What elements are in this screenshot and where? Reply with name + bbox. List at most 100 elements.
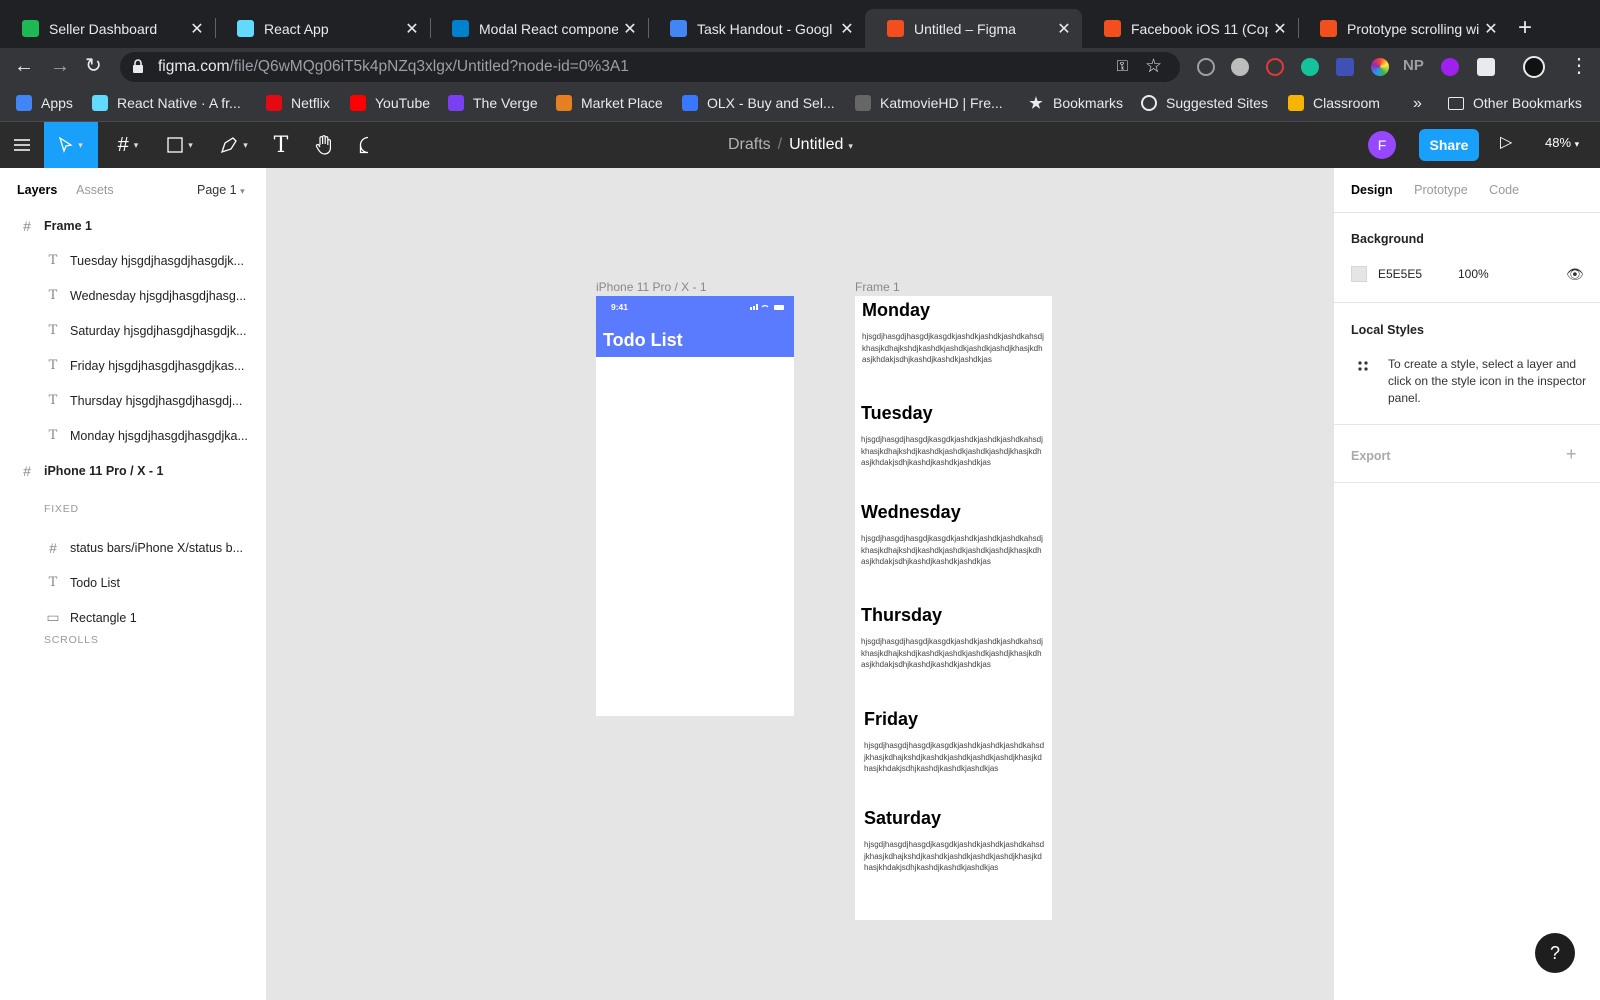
chevron-down-icon[interactable]: ▾ xyxy=(848,141,853,151)
help-button[interactable]: ? xyxy=(1535,933,1575,973)
tab-title: React App xyxy=(264,20,329,37)
text-tool[interactable]: T xyxy=(268,122,294,168)
day-block[interactable]: Tuesday hjsgdjhasgdjhasgdjkasgdkjashdkjas… xyxy=(861,403,1045,469)
tab-code[interactable]: Code xyxy=(1489,183,1519,197)
day-block[interactable]: Wednesday hjsgdjhasgdjhasgdjkasgdkjashdkj… xyxy=(861,502,1045,568)
menu-kebab-icon[interactable]: ⋮ xyxy=(1569,56,1589,76)
pen-tool[interactable]: ▾ xyxy=(214,122,254,168)
bookmark-item[interactable]: YouTube xyxy=(350,95,430,111)
close-tab-icon[interactable]: ✕ xyxy=(1268,19,1292,39)
day-block[interactable]: Saturday hjsgdjhasgdjhasgdjkasgdkjashdkja… xyxy=(864,808,1045,874)
eye-icon[interactable]: 👁 xyxy=(1566,266,1584,283)
share-button[interactable]: Share xyxy=(1419,129,1479,161)
extension-puzzle-icon[interactable] xyxy=(1336,58,1354,76)
layer-row[interactable]: T Wednesday hjsgdjhasgdjhasg... xyxy=(0,278,267,313)
grammarly-icon[interactable] xyxy=(1301,58,1319,76)
new-tab-icon[interactable]: + xyxy=(1518,14,1532,42)
bookmark-item[interactable]: React Native · A fr... xyxy=(92,95,241,111)
layer-row[interactable]: ▭ Rectangle 1 xyxy=(0,600,267,635)
canvas[interactable]: iPhone 11 Pro / X - 1 9:41 Todo List Fra… xyxy=(267,168,1333,1000)
extension-block-icon[interactable] xyxy=(1266,58,1284,76)
todo-list-title[interactable]: Todo List xyxy=(603,330,683,351)
close-tab-icon[interactable]: ✕ xyxy=(400,19,424,39)
bookmark-item[interactable]: Apps xyxy=(16,95,73,111)
tab-layers[interactable]: Layers xyxy=(17,183,57,197)
bookmark-item[interactable]: Suggested Sites xyxy=(1141,95,1268,111)
address-bar[interactable]: figma.com/file/Q6wMQg06iT5k4pNZq3xlgx/Un… xyxy=(120,52,1180,82)
layer-row[interactable]: T Todo List xyxy=(0,565,267,600)
forward-icon[interactable]: → xyxy=(50,56,70,76)
extension-reader-icon[interactable] xyxy=(1477,58,1495,76)
main-menu-icon[interactable] xyxy=(8,122,36,168)
layer-row[interactable]: T Thursday hjsgdjhasgdjhasgdj... xyxy=(0,383,267,418)
close-tab-icon[interactable]: ✕ xyxy=(835,19,859,39)
close-tab-icon[interactable]: ✕ xyxy=(1052,19,1076,39)
profile-avatar-icon[interactable] xyxy=(1523,56,1545,78)
phone-frame-label[interactable]: iPhone 11 Pro / X - 1 xyxy=(596,280,707,294)
np-extension-icon[interactable]: NP xyxy=(1403,57,1425,75)
background-swatch[interactable] xyxy=(1351,266,1367,282)
page-selector[interactable]: Page 1 ▾ xyxy=(197,183,245,197)
close-tab-icon[interactable]: ✕ xyxy=(618,19,642,39)
browser-tab[interactable]: React App ✕ xyxy=(215,9,430,48)
bookmark-item[interactable]: The Verge xyxy=(448,95,538,111)
background-opacity[interactable]: 100% xyxy=(1458,267,1489,281)
layer-row[interactable]: # Frame 1 xyxy=(0,208,267,243)
day-block[interactable]: Friday hjsgdjhasgdjhasgdjkasgdkjashdkjash… xyxy=(864,709,1045,775)
bookmark-item[interactable]: KatmovieHD | Fre... xyxy=(855,95,1003,111)
other-bookmarks[interactable]: Other Bookmarks xyxy=(1448,95,1582,111)
tab-design[interactable]: Design xyxy=(1351,183,1393,197)
shape-tool[interactable]: ▾ xyxy=(160,122,200,168)
frame-tool[interactable]: # ▾ xyxy=(108,122,148,168)
bookmark-star-icon[interactable]: ☆ xyxy=(1145,55,1162,78)
layer-row[interactable]: T Tuesday hjsgdjhasgdjhasgdjk... xyxy=(0,243,267,278)
bookmark-item[interactable]: Market Place xyxy=(556,95,663,111)
tab-prototype[interactable]: Prototype xyxy=(1414,183,1468,197)
browser-tab[interactable]: Facebook iOS 11 (Cop ✕ xyxy=(1082,9,1298,48)
layer-row[interactable]: T Monday hjsgdjhasgdjhasgdjka... xyxy=(0,418,267,453)
extension-globe-icon[interactable] xyxy=(1231,58,1249,76)
bookmark-item[interactable]: Classroom xyxy=(1288,95,1380,111)
bookmark-item[interactable]: Netflix xyxy=(266,95,330,111)
add-export-icon[interactable]: + xyxy=(1566,444,1577,465)
bookmark-item[interactable]: ★ Bookmarks xyxy=(1028,95,1123,112)
layer-row[interactable]: T Saturday hjsgdjhasgdjhasgdjk... xyxy=(0,313,267,348)
layer-row[interactable]: T Friday hjsgdjhasgdjhasgdjkas... xyxy=(0,348,267,383)
header-rectangle[interactable]: 9:41 Todo List xyxy=(596,296,794,357)
layer-name: Thursday hjsgdjhasgdjhasgdj... xyxy=(70,393,243,408)
day-text: hjsgdjhasgdjhasgdjkasgdkjashdkjashdkjash… xyxy=(862,332,1044,364)
layer-row[interactable]: # iPhone 11 Pro / X - 1 xyxy=(0,453,267,488)
browser-tab[interactable]: Seller Dashboard ✕ xyxy=(0,9,215,48)
key-icon[interactable]: ⚿ xyxy=(1117,58,1128,75)
more-bookmarks-icon[interactable]: » xyxy=(1413,95,1422,113)
day-block[interactable]: Monday hjsgdjhasgdjhasgdjkasgdkjashdkjash… xyxy=(862,300,1045,366)
hand-tool[interactable] xyxy=(310,122,338,168)
layer-row[interactable]: # status bars/iPhone X/status b... xyxy=(0,530,267,565)
bookmark-item[interactable]: OLX - Buy and Sel... xyxy=(682,95,835,111)
close-tab-icon[interactable]: ✕ xyxy=(185,19,209,39)
reload-icon[interactable]: ↻ xyxy=(85,56,102,76)
back-icon[interactable]: ← xyxy=(14,56,34,76)
comment-tool[interactable] xyxy=(356,122,380,168)
user-avatar[interactable]: F xyxy=(1368,131,1396,159)
tab-assets[interactable]: Assets xyxy=(76,183,114,197)
frame1-label[interactable]: Frame 1 xyxy=(855,280,900,294)
phone-frame[interactable]: 9:41 Todo List xyxy=(596,296,794,716)
frame-1[interactable]: Monday hjsgdjhasgdjhasgdjkasgdkjashdkjash… xyxy=(855,296,1052,920)
zoom-menu[interactable]: 48% ▾ xyxy=(1545,135,1579,150)
present-play-icon[interactable]: ▷ xyxy=(1500,132,1512,152)
extension-moon-icon[interactable] xyxy=(1197,58,1215,76)
background-hex[interactable]: E5E5E5 xyxy=(1378,267,1422,281)
close-tab-icon[interactable]: ✕ xyxy=(1479,19,1503,39)
colorpick-icon[interactable] xyxy=(1371,58,1389,76)
file-name[interactable]: Untitled xyxy=(789,136,843,153)
breadcrumb-drafts[interactable]: Drafts xyxy=(728,136,771,153)
move-tool[interactable]: ▾ xyxy=(44,122,98,168)
browser-tab[interactable]: Untitled – Figma ✕ xyxy=(865,9,1082,48)
bookmark-label: Market Place xyxy=(581,95,663,111)
browser-tab[interactable]: Task Handout - Googl ✕ xyxy=(648,9,865,48)
day-block[interactable]: Thursday hjsgdjhasgdjhasgdjkasgdkjashdkja… xyxy=(861,605,1045,671)
extension-headphone-icon[interactable] xyxy=(1441,58,1459,76)
browser-tab[interactable]: Prototype scrolling wit ✕ xyxy=(1298,9,1509,48)
browser-tab[interactable]: Modal React compone ✕ xyxy=(430,9,648,48)
